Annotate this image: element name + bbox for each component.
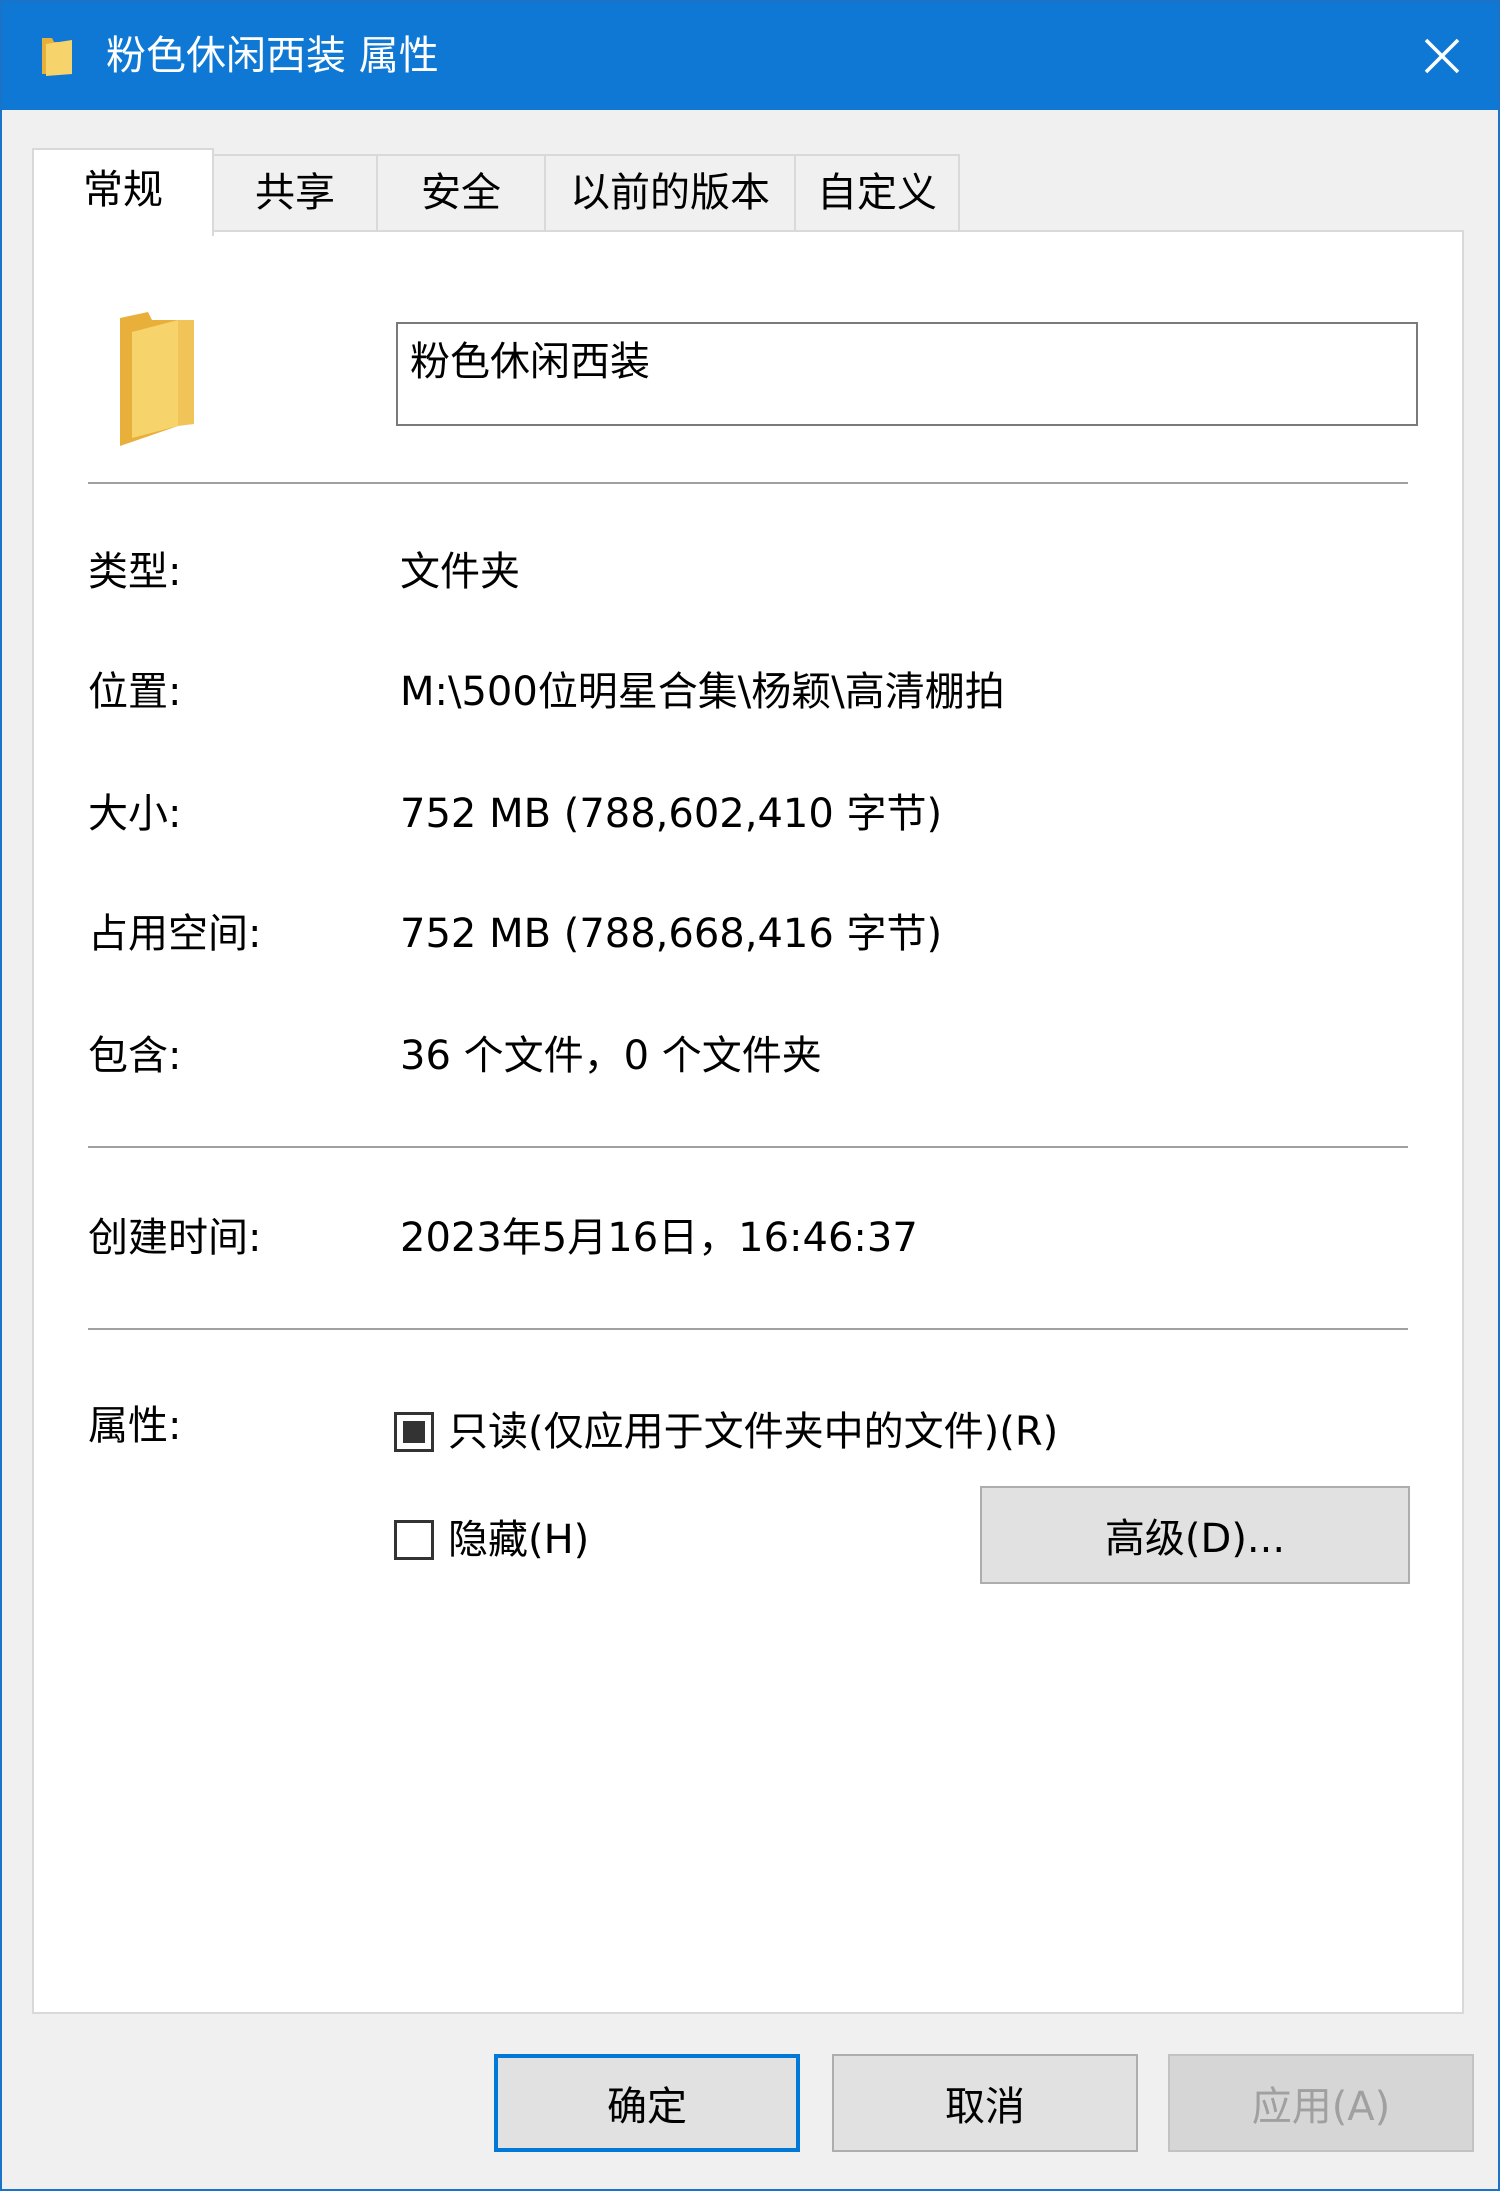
type-value: 文件夹 bbox=[400, 549, 520, 595]
hidden-checkbox-row[interactable]: 隐藏(H) bbox=[394, 1512, 589, 1568]
size-label: 大小: bbox=[88, 791, 182, 837]
disk-size-label: 占用空间: bbox=[88, 911, 262, 957]
size-value: 752 MB (788,602,410 字节) bbox=[400, 791, 943, 837]
created-label: 创建时间: bbox=[88, 1215, 262, 1261]
ok-button[interactable]: 确定 bbox=[494, 2054, 800, 2152]
location-value: M:\500位明星合集\杨颖\高清棚拍 bbox=[400, 669, 1005, 715]
advanced-button[interactable]: 高级(D)... bbox=[980, 1486, 1410, 1584]
window-title: 粉色休闲西装 属性 bbox=[106, 33, 439, 79]
hidden-checkbox[interactable] bbox=[394, 1520, 434, 1560]
folder-icon bbox=[120, 312, 194, 446]
cancel-button[interactable]: 取消 bbox=[832, 2054, 1138, 2152]
title-folder-icon bbox=[42, 38, 72, 76]
readonly-label: 只读(仅应用于文件夹中的文件)(R) bbox=[448, 1409, 1059, 1455]
separator-2 bbox=[88, 1146, 1408, 1148]
close-button[interactable] bbox=[1386, 2, 1498, 110]
tab-sharing[interactable]: 共享 bbox=[212, 154, 378, 232]
contains-value: 36 个文件，0 个文件夹 bbox=[400, 1033, 822, 1079]
type-label: 类型: bbox=[88, 549, 182, 595]
disk-size-value: 752 MB (788,668,416 字节) bbox=[400, 911, 943, 957]
readonly-checkbox[interactable] bbox=[394, 1412, 434, 1452]
tab-customize[interactable]: 自定义 bbox=[794, 154, 960, 232]
location-label: 位置: bbox=[88, 669, 182, 715]
separator-1 bbox=[88, 482, 1408, 484]
tab-general[interactable]: 常规 bbox=[32, 148, 214, 236]
contains-label: 包含: bbox=[88, 1033, 182, 1079]
tab-security[interactable]: 安全 bbox=[376, 154, 546, 232]
attributes-label: 属性: bbox=[88, 1403, 182, 1449]
separator-3 bbox=[88, 1328, 1408, 1330]
apply-button[interactable]: 应用(A) bbox=[1168, 2054, 1474, 2152]
general-panel: 类型: 文件夹 位置: M:\500位明星合集\杨颖\高清棚拍 大小: 752 … bbox=[32, 230, 1464, 2014]
created-value: 2023年5月16日，16:46:37 bbox=[400, 1215, 918, 1261]
close-icon bbox=[1424, 38, 1460, 74]
properties-window: 粉色休闲西装 属性 常规 共享 安全 以前的版本 自定义 类型: 文件夹 位置:… bbox=[0, 0, 1500, 2191]
folder-name-input[interactable] bbox=[396, 322, 1418, 426]
readonly-checkbox-row[interactable]: 只读(仅应用于文件夹中的文件)(R) bbox=[394, 1404, 1058, 1460]
title-bar[interactable]: 粉色休闲西装 属性 bbox=[2, 2, 1498, 110]
tab-previous-versions[interactable]: 以前的版本 bbox=[544, 154, 796, 232]
hidden-label: 隐藏(H) bbox=[448, 1517, 590, 1563]
